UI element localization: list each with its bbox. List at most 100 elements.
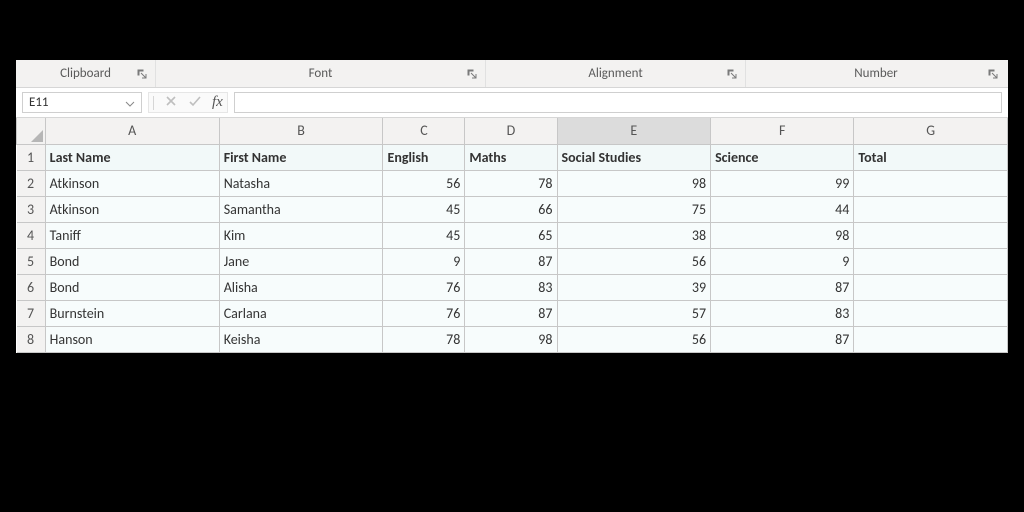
formula-bar-buttons: fx [148, 92, 228, 113]
worksheet-grid[interactable]: A B C D E F G 1 Last Name First Name Eng… [16, 118, 1008, 353]
cell[interactable]: Alisha [219, 274, 383, 300]
cell[interactable]: 9 [711, 248, 854, 274]
formula-bar-row: E11 fx [16, 88, 1008, 118]
cell[interactable]: 65 [465, 222, 557, 248]
cell[interactable] [854, 300, 1008, 326]
col-header-A[interactable]: A [45, 118, 219, 144]
formula-input[interactable] [234, 92, 1002, 113]
cell[interactable]: Samantha [219, 196, 383, 222]
dialog-launcher-icon[interactable] [135, 67, 149, 81]
cell[interactable]: 98 [711, 222, 854, 248]
cell[interactable]: Social Studies [557, 144, 711, 170]
cell[interactable]: 76 [383, 300, 465, 326]
cell[interactable]: 76 [383, 274, 465, 300]
row-header[interactable]: 1 [17, 144, 46, 170]
cell[interactable]: 44 [711, 196, 854, 222]
cell[interactable]: First Name [219, 144, 383, 170]
ribbon-group-label: Clipboard [60, 66, 111, 81]
cell[interactable] [854, 274, 1008, 300]
excel-window: Clipboard Font Alignment Number E 1 [16, 60, 1008, 353]
dialog-launcher-icon[interactable] [465, 67, 479, 81]
cell[interactable]: 98 [465, 326, 557, 352]
cell[interactable] [854, 222, 1008, 248]
cell[interactable]: 57 [557, 300, 711, 326]
name-box[interactable]: E11 [22, 92, 142, 113]
cell[interactable]: 45 [383, 222, 465, 248]
cell[interactable]: 87 [711, 326, 854, 352]
row-header[interactable]: 7 [17, 300, 46, 326]
cell[interactable]: 39 [557, 274, 711, 300]
col-header-E[interactable]: E [557, 118, 711, 144]
table-row: 8 Hanson Keisha 78 98 56 87 [17, 326, 1008, 352]
table-row: 2 Atkinson Natasha 56 78 98 99 [17, 170, 1008, 196]
ribbon-group-font: Font [156, 60, 486, 87]
cell[interactable]: Natasha [219, 170, 383, 196]
cell[interactable]: Keisha [219, 326, 383, 352]
cell[interactable]: 75 [557, 196, 711, 222]
row-header[interactable]: 4 [17, 222, 46, 248]
cell[interactable]: Science [711, 144, 854, 170]
cell[interactable]: Total [854, 144, 1008, 170]
cell[interactable]: Jane [219, 248, 383, 274]
cell[interactable]: 78 [383, 326, 465, 352]
enter-icon[interactable] [188, 94, 202, 112]
cell[interactable]: 45 [383, 196, 465, 222]
row-header[interactable]: 2 [17, 170, 46, 196]
ribbon-group-label: Number [854, 66, 897, 81]
cell[interactable]: 78 [465, 170, 557, 196]
cell[interactable]: Taniff [45, 222, 219, 248]
cell[interactable]: 99 [711, 170, 854, 196]
cell[interactable]: Atkinson [45, 196, 219, 222]
cell[interactable]: 87 [465, 248, 557, 274]
table-row: 1 Last Name First Name English Maths Soc… [17, 144, 1008, 170]
select-all-corner[interactable] [17, 118, 46, 144]
ribbon-group-label: Alignment [588, 66, 642, 81]
col-header-G[interactable]: G [854, 118, 1008, 144]
cell[interactable]: Atkinson [45, 170, 219, 196]
col-header-D[interactable]: D [465, 118, 557, 144]
table-row: 7 Burnstein Carlana 76 87 57 83 [17, 300, 1008, 326]
cell[interactable]: 83 [711, 300, 854, 326]
cell[interactable]: 38 [557, 222, 711, 248]
cell[interactable]: Kim [219, 222, 383, 248]
table-row: 3 Atkinson Samantha 45 66 75 44 [17, 196, 1008, 222]
row-header[interactable]: 3 [17, 196, 46, 222]
cancel-icon[interactable] [164, 94, 178, 112]
cell[interactable]: Bond [45, 274, 219, 300]
chevron-down-icon[interactable] [125, 98, 135, 108]
table-row: 6 Bond Alisha 76 83 39 87 [17, 274, 1008, 300]
cell[interactable] [854, 170, 1008, 196]
row-header[interactable]: 5 [17, 248, 46, 274]
cell[interactable] [854, 248, 1008, 274]
cell[interactable]: 66 [465, 196, 557, 222]
cell[interactable]: 9 [383, 248, 465, 274]
cell[interactable]: Last Name [45, 144, 219, 170]
cell[interactable]: Hanson [45, 326, 219, 352]
cell[interactable]: 87 [711, 274, 854, 300]
dialog-launcher-icon[interactable] [986, 67, 1000, 81]
table-row: 5 Bond Jane 9 87 56 9 [17, 248, 1008, 274]
cell[interactable]: 87 [465, 300, 557, 326]
cell[interactable]: 56 [557, 326, 711, 352]
row-header[interactable]: 8 [17, 326, 46, 352]
cell[interactable]: Carlana [219, 300, 383, 326]
cell[interactable]: 56 [557, 248, 711, 274]
name-box-value: E11 [29, 95, 49, 110]
cell[interactable] [854, 196, 1008, 222]
col-header-F[interactable]: F [711, 118, 854, 144]
col-header-C[interactable]: C [383, 118, 465, 144]
ribbon-group-clipboard: Clipboard [16, 60, 156, 87]
cell[interactable]: 83 [465, 274, 557, 300]
cell[interactable] [854, 326, 1008, 352]
cell[interactable]: English [383, 144, 465, 170]
cell[interactable]: Bond [45, 248, 219, 274]
dialog-launcher-icon[interactable] [725, 67, 739, 81]
cell[interactable]: 98 [557, 170, 711, 196]
row-header[interactable]: 6 [17, 274, 46, 300]
cell[interactable]: Maths [465, 144, 557, 170]
ribbon-group-strip: Clipboard Font Alignment Number [16, 60, 1008, 88]
col-header-B[interactable]: B [219, 118, 383, 144]
cell[interactable]: Burnstein [45, 300, 219, 326]
cell[interactable]: 56 [383, 170, 465, 196]
insert-function-icon[interactable]: fx [212, 94, 223, 111]
